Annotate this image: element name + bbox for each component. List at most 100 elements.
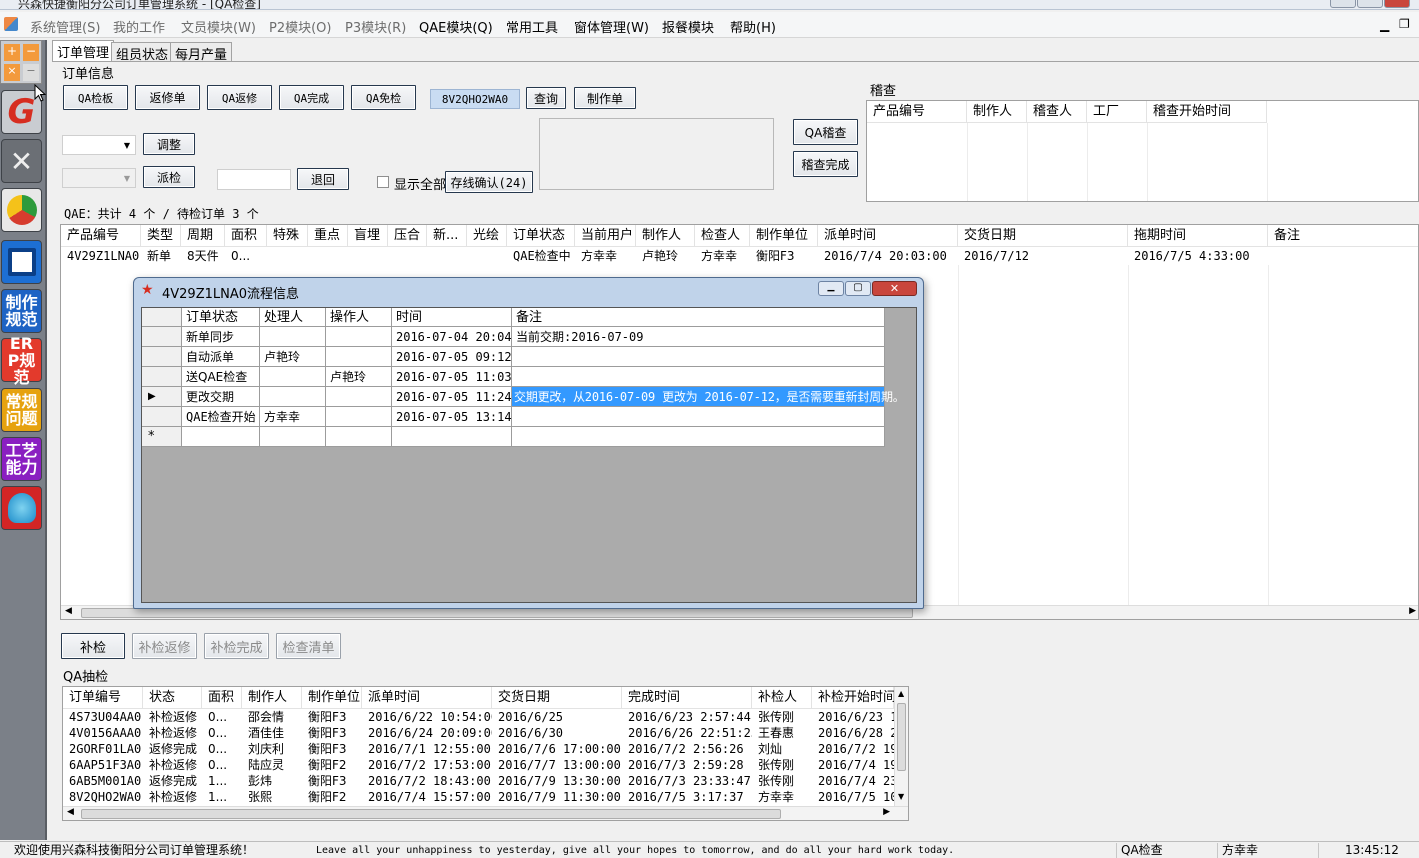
flow-col-time[interactable]: 时间: [392, 308, 512, 327]
search-input[interactable]: 8V2QHO2WA0: [430, 89, 520, 109]
col-photo[interactable]: 光绘: [467, 225, 507, 247]
rework-order-button[interactable]: 返修单: [135, 85, 200, 110]
qa-board-button[interactable]: QA检板: [63, 85, 128, 110]
flow-col-status[interactable]: 订单状态: [182, 308, 260, 327]
col-maker[interactable]: 制作人: [636, 225, 695, 247]
return-button[interactable]: 退回: [297, 168, 349, 190]
col-order-status[interactable]: 订单状态: [507, 225, 575, 247]
cell[interactable]: [182, 427, 260, 447]
sample-col-recheck-start[interactable]: 补检开始时间: [812, 687, 896, 709]
col-inspector[interactable]: 检查人: [695, 225, 750, 247]
mdi-minimize-icon[interactable]: ▁: [1380, 18, 1389, 32]
cell[interactable]: [260, 427, 326, 447]
dispatch-button[interactable]: 派检: [143, 166, 195, 188]
adjust-button[interactable]: 调整: [143, 133, 195, 155]
dispatch-combo[interactable]: ▼: [62, 168, 136, 188]
menu-my-work[interactable]: 我的工作: [113, 17, 165, 36]
online-confirm-button[interactable]: 存线确认(24): [445, 171, 533, 193]
menu-window[interactable]: 窗体管理(W): [574, 17, 649, 36]
scroll-thumb[interactable]: [81, 809, 781, 819]
sample-col-rechecker[interactable]: 补检人: [752, 687, 812, 709]
menu-help[interactable]: 帮助(H): [730, 17, 776, 36]
case-button[interactable]: [1, 486, 42, 530]
menu-p3[interactable]: P3模块(R): [345, 17, 406, 36]
plus-icon[interactable]: +: [4, 44, 20, 61]
show-all-checkbox[interactable]: [377, 176, 389, 188]
col-key[interactable]: 重点: [308, 225, 348, 247]
sampling-vscroll[interactable]: ▲ ▼: [894, 687, 908, 806]
query-button[interactable]: 查询: [526, 87, 566, 109]
recheck-complete-button[interactable]: 补检完成: [204, 633, 269, 659]
minimize-icon[interactable]: [1330, 0, 1356, 8]
scroll-right-icon[interactable]: ▶: [1409, 606, 1416, 616]
x-icon[interactable]: ×: [4, 64, 20, 81]
scroll-up-icon[interactable]: ▲: [898, 689, 904, 698]
minus-icon[interactable]: −: [23, 44, 39, 61]
menu-tools[interactable]: 常用工具: [506, 17, 558, 36]
col-new[interactable]: 新...: [427, 225, 467, 247]
menu-qae[interactable]: QAE模块(Q): [419, 17, 493, 36]
maximize-icon[interactable]: [1357, 0, 1383, 8]
sample-col-order[interactable]: 订单编号: [63, 687, 143, 709]
save-app-button[interactable]: [1, 240, 42, 284]
sample-col-finish[interactable]: 完成时间: [622, 687, 752, 709]
layout-toggle[interactable]: + − × −: [0, 40, 42, 84]
col-special[interactable]: 特殊: [267, 225, 308, 247]
tab-member-status[interactable]: 组员状态: [111, 42, 174, 63]
audit-complete-button[interactable]: 稽查完成: [793, 151, 858, 177]
sampling-hscroll[interactable]: ◀ ▶: [63, 806, 908, 820]
flow-col-remark[interactable]: 备注: [512, 308, 885, 327]
tools-app-button[interactable]: ✕: [1, 139, 42, 183]
check-list-button[interactable]: 检查清单: [276, 633, 341, 659]
sample-col-dispatch[interactable]: 派单时间: [362, 687, 492, 709]
col-remark[interactable]: 备注: [1268, 225, 1418, 247]
menu-clerk[interactable]: 文员模块(W): [181, 17, 256, 36]
recheck-button[interactable]: 补检: [61, 633, 125, 659]
audit-col-maker[interactable]: 制作人: [967, 101, 1027, 123]
minus-small-icon[interactable]: −: [23, 64, 39, 81]
qa-audit-button[interactable]: QA稽查: [793, 119, 858, 145]
col-type[interactable]: 类型: [141, 225, 181, 247]
recheck-rework-button[interactable]: 补检返修: [132, 633, 197, 659]
sample-col-unit[interactable]: 制作单位: [302, 687, 362, 709]
col-blind[interactable]: 盲埋: [348, 225, 388, 247]
cell[interactable]: [512, 427, 885, 447]
tab-monthly-output[interactable]: 每月产量: [170, 42, 233, 63]
dialog-minimize-icon[interactable]: ▁: [818, 281, 844, 296]
col-delay-time[interactable]: 拖期时间: [1128, 225, 1268, 247]
cell-selected[interactable]: 交期更改，从2016-07-09 更改为 2016-07-12，是否需要重新封周…: [512, 387, 905, 407]
close-icon[interactable]: [1384, 0, 1410, 8]
scroll-thumb[interactable]: [81, 608, 913, 618]
sample-col-maker[interactable]: 制作人: [242, 687, 302, 709]
tab-order-management[interactable]: 订单管理: [52, 40, 115, 61]
cell[interactable]: [392, 427, 512, 447]
menu-p2[interactable]: P2模块(O): [269, 17, 332, 36]
menu-meal[interactable]: 报餐模块: [662, 17, 714, 36]
flow-col-handler[interactable]: 处理人: [260, 308, 326, 327]
make-order-button[interactable]: 制作单: [574, 87, 636, 109]
flow-col-operator[interactable]: 操作人: [326, 308, 392, 327]
menu-system[interactable]: 系统管理(S): [30, 17, 100, 36]
cell[interactable]: [326, 427, 392, 447]
spec-button[interactable]: 制作规范: [1, 289, 42, 333]
erp-spec-button[interactable]: ERP规范: [1, 335, 42, 386]
qa-complete-button[interactable]: QA完成: [279, 85, 344, 110]
scroll-down-icon[interactable]: ▼: [898, 792, 904, 801]
dialog-close-icon[interactable]: ✕: [872, 281, 917, 296]
mdi-restore-icon[interactable]: ❐: [1399, 17, 1410, 31]
sample-col-status[interactable]: 状态: [143, 687, 202, 709]
col-area[interactable]: 面积: [225, 225, 267, 247]
col-cycle[interactable]: 周期: [181, 225, 225, 247]
scroll-left-icon[interactable]: ◀: [65, 606, 72, 616]
col-current-user[interactable]: 当前用户: [575, 225, 636, 247]
status-combo[interactable]: ▼: [62, 135, 136, 155]
common-issues-button[interactable]: 常规问题: [1, 388, 42, 432]
process-capability-button[interactable]: 工艺能力: [1, 437, 42, 481]
scroll-left-icon[interactable]: ◀: [67, 807, 74, 817]
col-unit[interactable]: 制作单位: [750, 225, 818, 247]
audit-col-auditor[interactable]: 稽查人: [1027, 101, 1087, 123]
col-product-id[interactable]: 产品编号: [61, 225, 141, 247]
sample-col-area[interactable]: 面积: [202, 687, 242, 709]
qa-exempt-button[interactable]: QA免检: [351, 85, 416, 110]
scroll-thumb[interactable]: [897, 703, 906, 771]
